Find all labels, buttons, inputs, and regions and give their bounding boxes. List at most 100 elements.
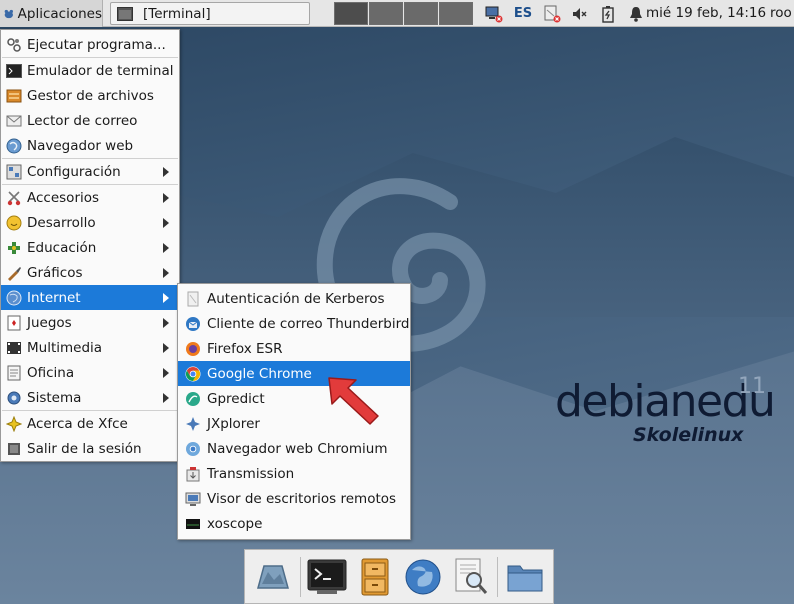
graphics-icon <box>5 264 22 281</box>
about-icon <box>5 415 22 432</box>
applications-menu-button[interactable]: Aplicaciones <box>0 0 103 27</box>
menu-item-graphics[interactable]: Gráficos <box>1 260 179 285</box>
keyboard-layout-indicator[interactable]: ES <box>512 4 534 24</box>
battery-icon[interactable] <box>598 4 618 24</box>
menu-item-label: JXplorer <box>207 415 260 432</box>
dock-show-desktop[interactable] <box>252 556 294 598</box>
submenu-arrow-icon <box>163 368 169 378</box>
menu-item-label: xoscope <box>207 515 263 532</box>
menu-item-label: Juegos <box>27 314 72 331</box>
menu-item-run-program[interactable]: Ejecutar programa... <box>1 32 179 57</box>
multimedia-icon <box>5 339 22 356</box>
menu-item-education[interactable]: Educación <box>1 235 179 260</box>
chrome-icon <box>184 365 201 382</box>
network-status-icon[interactable] <box>484 4 504 24</box>
menu-item-label: Configuración <box>27 163 121 180</box>
submenu-arrow-icon <box>163 193 169 203</box>
submenu-arrow-icon <box>163 343 169 353</box>
menu-item-label: Lector de correo <box>27 112 138 129</box>
file-cabinet-icon <box>361 558 389 595</box>
menu-item-games[interactable]: Juegos <box>1 310 179 335</box>
menu-item-about-xfce[interactable]: Acerca de Xfce <box>1 411 179 436</box>
logout-icon <box>5 440 22 457</box>
menu-item-label: Gestor de archivos <box>27 87 154 104</box>
terminal-icon <box>307 559 347 594</box>
debianedu-logo: debianedu 11 Skolelinux <box>555 374 776 446</box>
bottom-dock <box>244 549 554 604</box>
menu-item-label: Navegador web Chromium <box>207 440 388 457</box>
menu-item-accessories[interactable]: Accesorios <box>1 185 179 210</box>
menu-item-settings[interactable]: Configuración <box>1 159 179 184</box>
menu-item-label: Emulador de terminal <box>27 62 174 79</box>
workspace-1[interactable] <box>334 2 368 25</box>
submenu-arrow-icon <box>163 167 169 177</box>
dock-file-manager[interactable] <box>354 556 396 598</box>
dock-separator <box>299 556 301 597</box>
mail-icon <box>5 112 22 129</box>
workspace-switcher <box>334 2 474 25</box>
menu-item-web-browser[interactable]: Navegador web <box>1 133 179 158</box>
submenu-arrow-icon <box>163 293 169 303</box>
menu-item-terminal-emulator[interactable]: Emulador de terminal <box>1 58 179 83</box>
menu-item-label: Educación <box>27 239 97 256</box>
applications-label: Aplicaciones <box>17 5 102 22</box>
menu-item-development[interactable]: Desarrollo <box>1 210 179 235</box>
panel-clock[interactable]: mié 19 feb, 14:16 <box>646 5 766 21</box>
transmission-icon <box>184 465 201 482</box>
system-tray: ES <box>480 0 650 27</box>
workspace-4[interactable] <box>439 2 473 25</box>
menu-item-firefox[interactable]: Firefox ESR <box>178 336 410 361</box>
office-icon <box>5 364 22 381</box>
search-document-icon <box>455 558 487 594</box>
xoscope-icon <box>184 515 201 532</box>
dock-home-folder[interactable] <box>504 556 546 598</box>
dock-web-browser[interactable] <box>402 556 444 598</box>
menu-item-label: Gpredict <box>207 390 265 407</box>
system-icon <box>5 389 22 406</box>
settings-icon <box>5 163 22 180</box>
menu-item-logout[interactable]: Salir de la sesión <box>1 436 179 461</box>
menu-item-label: Gráficos <box>27 264 83 281</box>
menu-item-office[interactable]: Oficina <box>1 360 179 385</box>
menu-item-chromium[interactable]: Navegador web Chromium <box>178 436 410 461</box>
menu-item-label: Cliente de correo Thunderbird <box>207 315 410 332</box>
notifications-bell-icon[interactable] <box>626 4 646 24</box>
volume-muted-icon[interactable] <box>570 4 590 24</box>
red-pointer-arrow-icon <box>328 377 379 425</box>
menu-item-label: Acerca de Xfce <box>27 415 128 432</box>
menu-item-kerberos[interactable]: Autenticación de Kerberos <box>178 286 410 311</box>
menu-item-label: Navegador web <box>27 137 134 154</box>
menu-item-transmission[interactable]: Transmission <box>178 461 410 486</box>
dock-search[interactable] <box>450 556 492 598</box>
menu-item-mail-reader[interactable]: Lector de correo <box>1 108 179 133</box>
menu-item-file-manager[interactable]: Gestor de archivos <box>1 83 179 108</box>
show-desktop-icon <box>256 564 289 589</box>
logo-version: 11 <box>738 374 766 399</box>
menu-item-thunderbird[interactable]: Cliente de correo Thunderbird <box>178 311 410 336</box>
chromium-icon <box>184 440 201 457</box>
remote-desktop-icon <box>184 490 201 507</box>
menu-item-label: Firefox ESR <box>207 340 283 357</box>
menu-item-label: Oficina <box>27 364 75 381</box>
menu-item-xoscope[interactable]: xoscope <box>178 511 410 536</box>
menu-item-remote-desktop-viewer[interactable]: Visor de escritorios remotos <box>178 486 410 511</box>
menu-item-label: Sistema <box>27 389 82 406</box>
folder-icon <box>507 565 543 591</box>
menu-item-multimedia[interactable]: Multimedia <box>1 335 179 360</box>
terminal-icon <box>5 62 22 79</box>
workspace-2[interactable] <box>369 2 403 25</box>
panel-user[interactable]: roo <box>770 5 792 21</box>
taskbar-terminal-label: [Terminal] <box>143 5 211 22</box>
workspace-3[interactable] <box>404 2 438 25</box>
menu-item-internet[interactable]: Internet <box>1 285 179 310</box>
run-icon <box>5 36 22 53</box>
kerberos-icon <box>184 290 201 307</box>
updates-status-icon[interactable] <box>542 4 562 24</box>
menu-item-label: Autenticación de Kerberos <box>207 290 385 307</box>
internet-icon <box>5 289 22 306</box>
menu-item-label: Transmission <box>207 465 295 482</box>
menu-item-system[interactable]: Sistema <box>1 385 179 410</box>
dock-terminal[interactable] <box>306 556 348 598</box>
taskbar-terminal-button[interactable]: [Terminal] <box>110 2 310 25</box>
jxplorer-icon <box>184 415 201 432</box>
